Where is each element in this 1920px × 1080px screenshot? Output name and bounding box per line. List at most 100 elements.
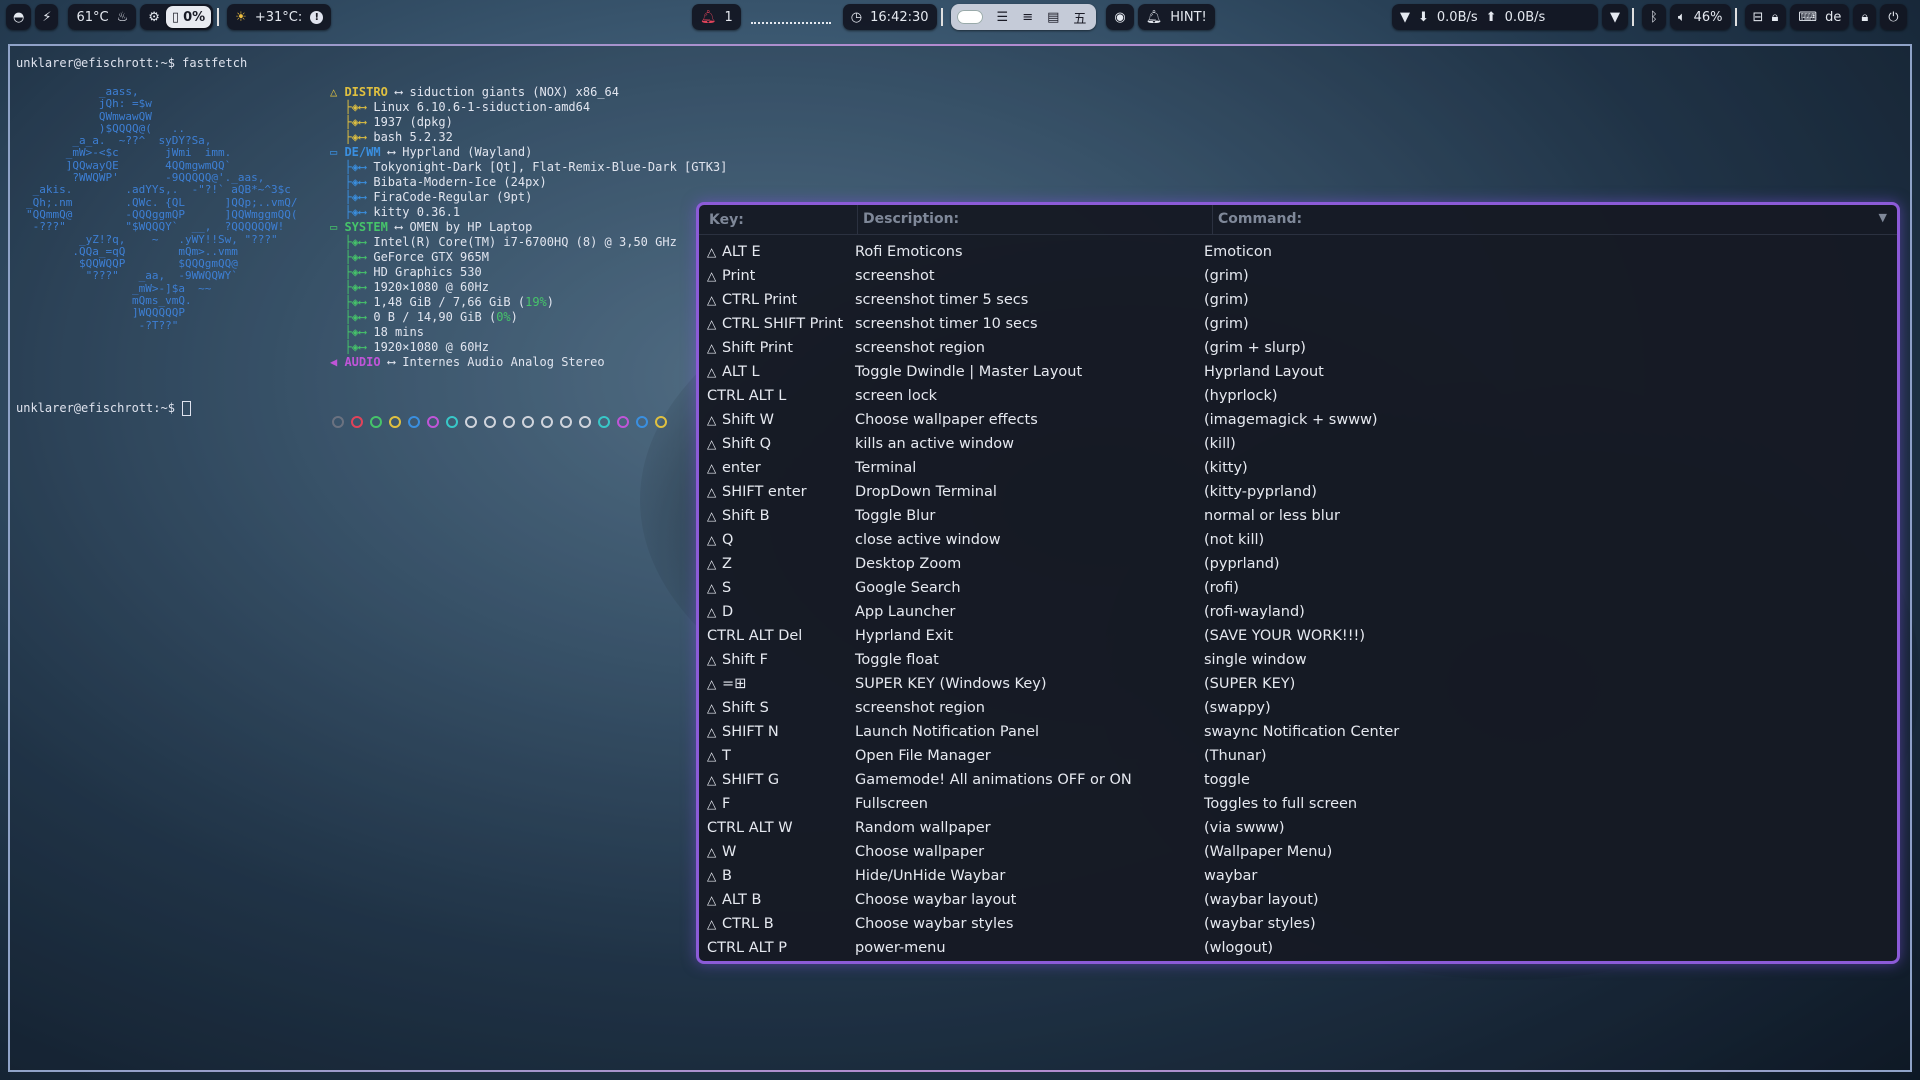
- keybind-command: (rofi): [1204, 580, 1239, 596]
- idle-inhibitor[interactable]: ◉: [1106, 4, 1134, 30]
- workspaces-module[interactable]: ☰ ≡ ▤ 五: [950, 4, 1097, 30]
- info-value: 1937 (dpkg): [373, 115, 453, 129]
- info-value: Intel(R) Core(TM) i7-6700HQ (8) @ 3,50 G…: [373, 235, 677, 249]
- keybind-row[interactable]: △ CTRL B Choose waybar styles (waybar style…: [699, 912, 1897, 936]
- keybind-row[interactable]: △ W Choose wallpaper (Wallpaper Menu): [699, 840, 1897, 864]
- tree-icon: ├◈⟷: [330, 310, 374, 324]
- keybind-key-label: SHIFT N: [722, 724, 779, 740]
- workspace-1-active[interactable]: [956, 10, 983, 24]
- keybind-key-label: Shift Q: [722, 436, 771, 452]
- keybinds-window[interactable]: Key: Description: Command: ▼ △ ALT E Rofi …: [696, 202, 1900, 964]
- wifi-button[interactable]: ▼: [1602, 4, 1628, 30]
- keybind-row[interactable]: △ Print screenshot (grim): [699, 264, 1897, 288]
- keybind-row[interactable]: △ ALT B Choose waybar layout (waybar layout…: [699, 888, 1897, 912]
- tree-icon: ├◈⟷: [330, 340, 374, 354]
- header-command[interactable]: Command:: [1212, 205, 1897, 234]
- keybind-row[interactable]: △ B Hide/UnHide Waybar waybar: [699, 864, 1897, 888]
- lock-button[interactable]: 🔒︎: [1853, 4, 1877, 30]
- keybind-row[interactable]: △ S Google Search (rofi): [699, 576, 1897, 600]
- tree-icon: ├◈⟷: [330, 175, 374, 189]
- keyboard-layout-module[interactable]: ⌨ de: [1790, 4, 1850, 30]
- info-section-label: ▭ DE/WM: [330, 145, 381, 159]
- keybind-row[interactable]: △ SHIFT enter DropDown Terminal (kitty-pypr…: [699, 480, 1897, 504]
- keybind-row[interactable]: △ Shift Q kills an active window (kill): [699, 432, 1897, 456]
- cpu-temp-module[interactable]: 61°C ♨: [68, 4, 137, 30]
- keybind-row[interactable]: CTRL ALT W Random wallpaper (via swww): [699, 816, 1897, 840]
- keybind-description: Desktop Zoom: [855, 556, 962, 572]
- terminal-prompt-2[interactable]: unklarer@efischrott:~$: [16, 401, 192, 416]
- keybind-key: △ CTRL SHIFT Print: [699, 316, 855, 332]
- keybind-row[interactable]: △ Shift W Choose wallpaper effects (imagema…: [699, 408, 1897, 432]
- keybind-command: normal or less blur: [1204, 508, 1340, 524]
- chevron-down-icon[interactable]: ▼: [1879, 211, 1887, 224]
- keybind-row[interactable]: △ CTRL SHIFT Print screenshot timer 10 sec…: [699, 312, 1897, 336]
- keybind-row[interactable]: △ ALT L Toggle Dwindle | Master Layout Hypr…: [699, 360, 1897, 384]
- keybind-description: Launch Notification Panel: [855, 724, 1040, 740]
- super-key-icon: △: [707, 461, 717, 475]
- tree-icon: ├◈⟷: [330, 325, 374, 339]
- workspace-2[interactable]: ☰: [997, 10, 1009, 25]
- keybind-row[interactable]: △ =⊞ SUPER KEY (Windows Key) (SUPER KEY): [699, 672, 1897, 696]
- color-swatch: [370, 416, 382, 428]
- workspace-5[interactable]: 五: [1073, 8, 1086, 27]
- keybind-row[interactable]: CTRL ALT L screen lock (hyprlock): [699, 384, 1897, 408]
- network-module[interactable]: ▼ ⬇ 0.0B/s ⬆ 0.0B/s: [1392, 4, 1598, 30]
- keybind-row[interactable]: △ Shift B Toggle Blur normal or less blur: [699, 504, 1897, 528]
- keybind-key-label: S: [722, 580, 732, 596]
- battery-module[interactable]: ⚙ ▯ 0%: [140, 4, 214, 30]
- info-value: Linux 6.10.6-1-siduction-amd64: [373, 100, 591, 114]
- bluetooth-module[interactable]: ᛒ: [1642, 4, 1666, 30]
- hint-button[interactable]: 🔔︎ HINT!: [1137, 4, 1215, 30]
- info-line: △ DISTRO ⟷ siduction giants (NOX) x86_64: [330, 85, 727, 100]
- keybinds-list[interactable]: △ ALT E Rofi Emoticons Emoticon △ Print screen…: [699, 235, 1897, 960]
- keybind-key-label: CTRL SHIFT Print: [722, 316, 844, 332]
- info-line: ├◈⟷ 1920×1080 @ 60Hz: [330, 280, 727, 295]
- weather-module[interactable]: ☀ +31°C: !: [227, 4, 332, 30]
- launcher-button[interactable]: ◓: [6, 4, 32, 30]
- keybind-key-label: SHIFT enter: [722, 484, 807, 500]
- info-value: GeForce GTX 965M: [373, 250, 489, 264]
- keybind-row[interactable]: △ F Fullscreen Toggles to full screen: [699, 792, 1897, 816]
- keybind-row[interactable]: CTRL ALT P power-menu (wlogout): [699, 936, 1897, 960]
- keybind-key-label: Q: [722, 532, 734, 548]
- super-key-icon: △: [707, 437, 717, 451]
- keybind-row[interactable]: △ Shift F Toggle float single window: [699, 648, 1897, 672]
- keybind-row[interactable]: CTRL ALT Del Hyprland Exit (SAVE YOUR WORK…: [699, 624, 1897, 648]
- separator: [217, 8, 220, 26]
- keybind-command: Emoticon: [1204, 244, 1272, 260]
- arrow-icon: ⟷: [387, 85, 410, 99]
- keybind-row[interactable]: △ Z Desktop Zoom (pyprland): [699, 552, 1897, 576]
- tree-icon: ├◈⟷: [330, 115, 374, 129]
- keybind-key: △ ALT L: [699, 364, 855, 380]
- header-key[interactable]: Key:: [699, 212, 857, 228]
- keybind-row[interactable]: △ D App Launcher (rofi-wayland): [699, 600, 1897, 624]
- keybind-row[interactable]: △ SHIFT N Launch Notification Panel swaync …: [699, 720, 1897, 744]
- workspace-4[interactable]: ▤: [1047, 10, 1059, 25]
- keybind-row[interactable]: △ enter Terminal (kitty): [699, 456, 1897, 480]
- color-swatch: [541, 416, 553, 428]
- clock-module[interactable]: ◷ 16:42:30: [842, 4, 937, 30]
- power-button[interactable]: ⏻: [1880, 4, 1907, 30]
- info-value: siduction giants (NOX) x86_64: [409, 85, 619, 99]
- keybind-row[interactable]: △ Shift S screenshot region (swappy): [699, 696, 1897, 720]
- keybind-row[interactable]: △ ALT E Rofi Emoticons Emoticon: [699, 240, 1897, 264]
- keybind-row[interactable]: △ Shift Print screenshot region (grim + slu…: [699, 336, 1897, 360]
- header-description[interactable]: Description:: [857, 205, 1212, 234]
- keybind-command: (grim): [1204, 268, 1249, 284]
- keybind-row[interactable]: △ CTRL Print screenshot timer 5 secs (grim): [699, 288, 1897, 312]
- keybind-command: (kitty): [1204, 460, 1248, 476]
- keybind-row[interactable]: △ T Open File Manager (Thunar): [699, 744, 1897, 768]
- notification-module[interactable]: 🔔︎ 1: [692, 4, 741, 30]
- tree-icon: ├◈⟷: [330, 235, 374, 249]
- info-line: ├◈⟷ bash 5.2.32: [330, 130, 727, 145]
- tray-module[interactable]: ⊟ 🔒︎: [1744, 4, 1787, 30]
- keybind-row[interactable]: △ SHIFT G Gamemode! All animations OFF or …: [699, 768, 1897, 792]
- keybind-row[interactable]: △ Qclose active window (not kill): [699, 528, 1897, 552]
- info-line: ├◈⟷ 1937 (dpkg): [330, 115, 727, 130]
- prompt-text: unklarer@efischrott:~$: [16, 401, 183, 415]
- wallpaper-button[interactable]: ⚡: [35, 4, 59, 30]
- super-key-icon: △: [707, 509, 717, 523]
- workspace-3[interactable]: ≡: [1022, 10, 1033, 25]
- volume-module[interactable]: 🔈︎ 46%: [1669, 4, 1731, 30]
- keybind-command: (via swww): [1204, 820, 1285, 836]
